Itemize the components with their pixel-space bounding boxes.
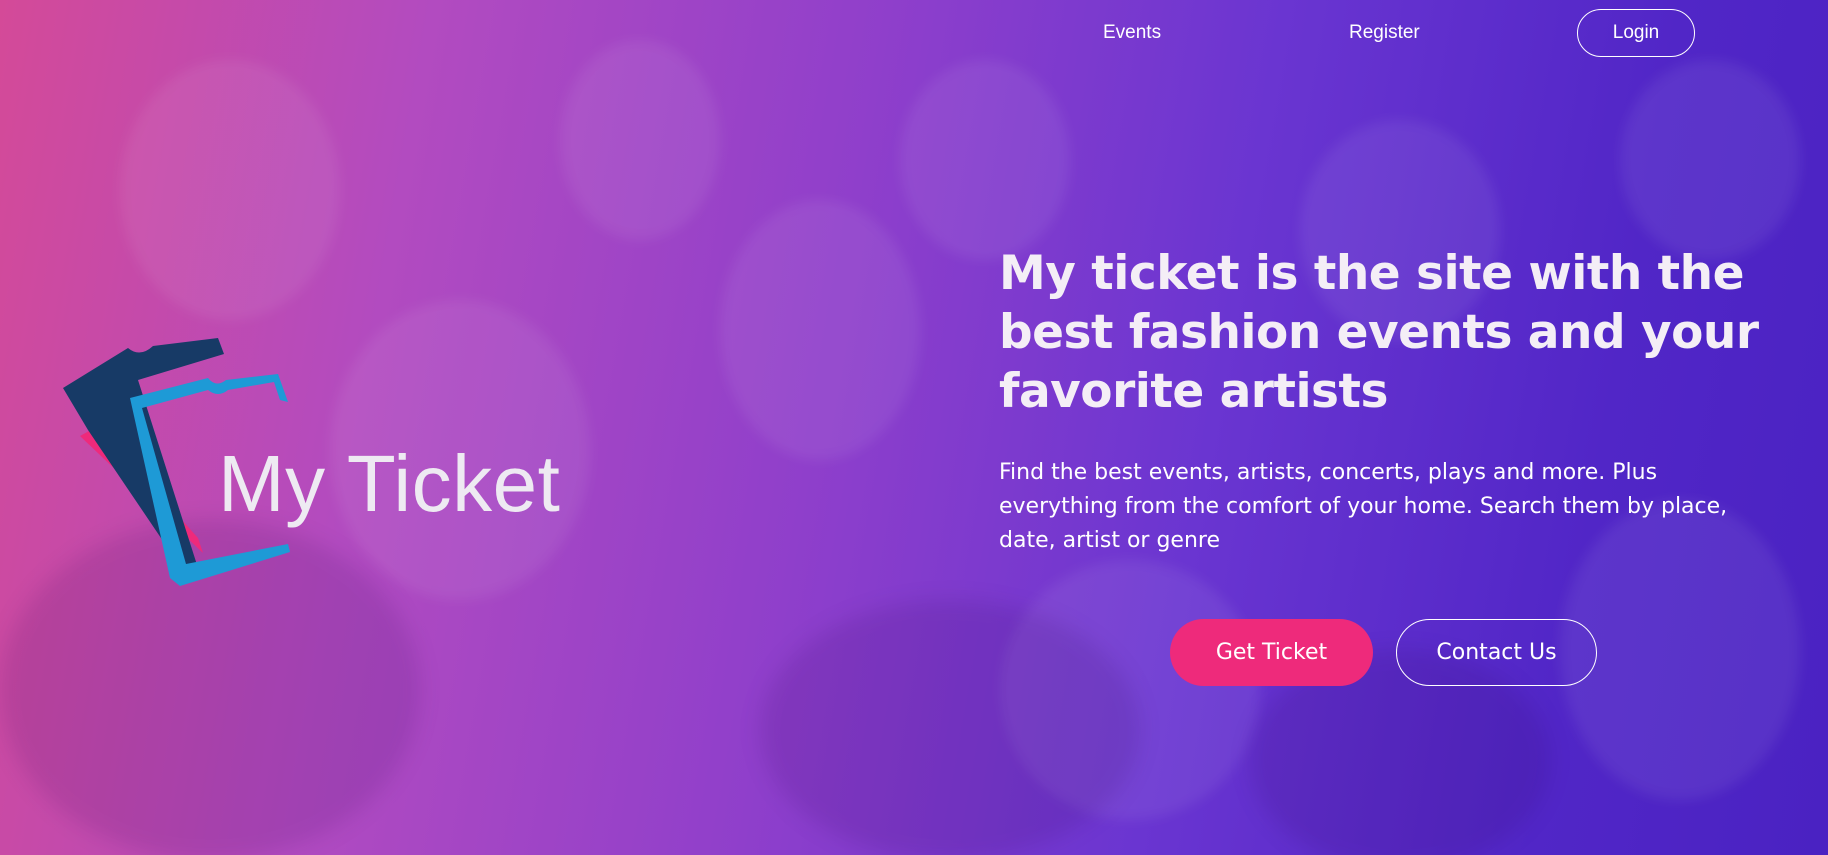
hero-headline: My ticket is the site with the best fash… bbox=[999, 246, 1759, 419]
hero-section: Events Register Login My Ticket My ticke… bbox=[0, 0, 1828, 855]
contact-us-button[interactable]: Contact Us bbox=[1396, 619, 1597, 686]
my-ticket-logo[interactable]: My Ticket bbox=[58, 338, 598, 598]
nav-events-link[interactable]: Events bbox=[1103, 22, 1161, 44]
hero-description: Find the best events, artists, concerts,… bbox=[999, 460, 1728, 553]
get-ticket-button[interactable]: Get Ticket bbox=[1170, 619, 1373, 686]
nav-register-link[interactable]: Register bbox=[1349, 22, 1420, 44]
login-button[interactable]: Login bbox=[1577, 9, 1695, 57]
top-navigation: Events Register Login bbox=[0, 0, 1828, 70]
logo-wordmark: My Ticket bbox=[218, 439, 561, 528]
